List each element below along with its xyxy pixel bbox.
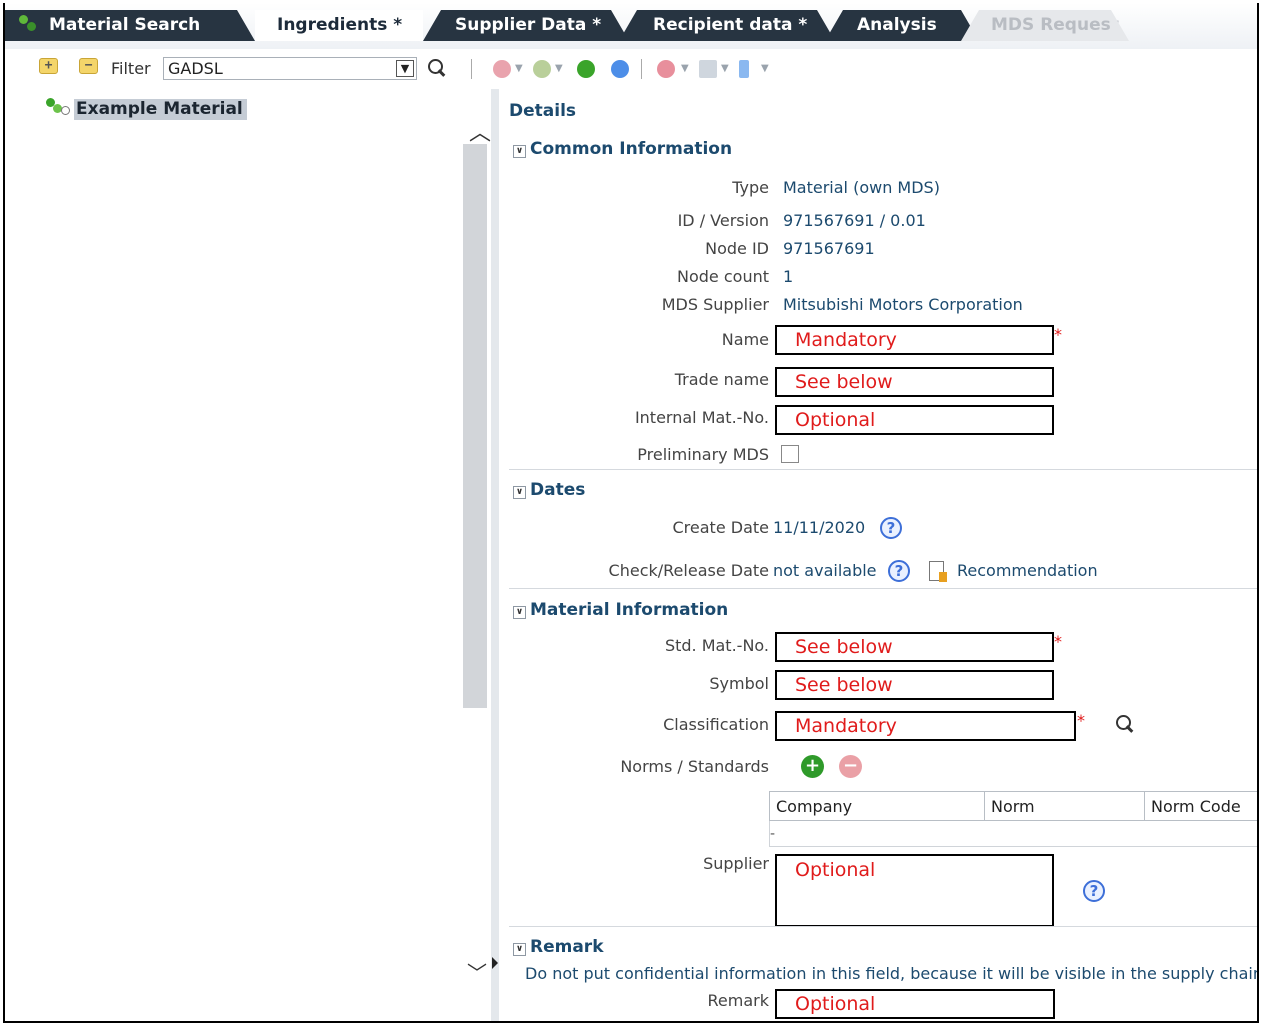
material-node-icon (46, 98, 74, 116)
name-label: Name (721, 330, 769, 349)
app-window: Material Search Ingredients * Supplier D… (3, 3, 1259, 1023)
id-version-value: 971567691 / 0.01 (783, 211, 926, 230)
type-value: Material (own MDS) (783, 178, 940, 197)
node-count-label: Node count (677, 267, 769, 286)
create-date-label: Create Date (672, 518, 770, 537)
norms-table: Company Norm Norm Code - (769, 791, 1257, 847)
details-title: Details (509, 101, 577, 121)
add-part-icon (493, 60, 511, 78)
check-release-date-value: not available (773, 561, 877, 580)
chevron-down-icon: ▼ (555, 63, 563, 74)
add-substance-icon[interactable] (577, 60, 595, 78)
table-row: - (769, 820, 1257, 847)
type-label: Type (732, 178, 769, 197)
tab-mds-request: MDS Request (979, 10, 1119, 41)
internal-mat-no-field[interactable]: Optional (775, 405, 1054, 435)
remark-field[interactable]: Optional (775, 989, 1055, 1019)
tree-scrollbar[interactable]: ︿ ﹀ (463, 89, 493, 1021)
norms-empty-cell: - (769, 820, 1257, 847)
recommendation-icon[interactable] (929, 561, 947, 582)
column-company[interactable]: Company (769, 791, 985, 821)
copy-icon (699, 60, 717, 78)
chevron-down-icon: ∨ (513, 486, 526, 499)
node-count-value: 1 (783, 267, 794, 286)
node-id-value: 971567691 (783, 239, 875, 258)
chevron-down-icon: ▼ (681, 63, 689, 74)
chevron-down-icon: ▼ (721, 63, 729, 74)
supplier-label: Supplier (703, 854, 769, 873)
section-common-information[interactable]: ∨ Common Information (513, 139, 732, 159)
section-material-information[interactable]: ∨ Material Information (513, 600, 728, 620)
filter-select[interactable]: GADSL ▼ (163, 57, 417, 80)
symbol-label: Symbol (709, 674, 769, 693)
required-marker: * (1054, 325, 1062, 344)
scroll-up-icon[interactable]: ︿ (469, 115, 491, 147)
expand-all-icon[interactable]: + (39, 58, 58, 74)
chevron-down-icon: ∨ (513, 943, 526, 956)
chevron-down-icon: ∨ (513, 145, 526, 158)
delete-icon (657, 60, 675, 78)
tab-recipient-data[interactable]: Recipient data * (637, 10, 817, 41)
help-icon[interactable]: ? (1083, 880, 1105, 902)
tree-node-material[interactable]: Example Material (46, 98, 247, 120)
tab-ingredients[interactable]: Ingredients * (255, 10, 423, 41)
filter-label: Filter (111, 59, 151, 78)
trade-name-field[interactable]: See below (775, 367, 1054, 397)
add-material-icon (533, 60, 551, 78)
check-release-date-label: Check/Release Date (608, 561, 769, 580)
search-icon[interactable] (427, 58, 447, 82)
name-field[interactable]: Mandatory (775, 325, 1054, 355)
scroll-thumb[interactable] (463, 144, 487, 708)
add-norm-icon[interactable]: + (801, 755, 824, 778)
remark-warning-text: Do not put confidential information in t… (525, 964, 1259, 983)
tab-bar: Material Search Ingredients * Supplier D… (5, 3, 1257, 49)
symbol-field[interactable]: See below (775, 670, 1054, 700)
node-id-label: Node ID (705, 239, 769, 258)
panel-splitter[interactable] (491, 89, 499, 1021)
create-date-value: 11/11/2020 (773, 518, 866, 537)
search-icon[interactable] (1115, 714, 1135, 738)
preliminary-mds-checkbox[interactable] (781, 445, 799, 463)
remark-label: Remark (707, 991, 769, 1010)
trade-name-label: Trade name (674, 370, 769, 389)
classification-label: Classification (663, 715, 769, 734)
section-dates[interactable]: ∨ Dates (513, 480, 585, 500)
mds-supplier-label: MDS Supplier (661, 295, 769, 314)
supplier-field[interactable]: Optional (775, 854, 1054, 927)
remove-norm-icon: − (839, 755, 862, 778)
chevron-down-icon: ▼ (761, 63, 769, 74)
recommendation-link[interactable]: Recommendation (957, 561, 1098, 580)
id-version-label: ID / Version (677, 211, 769, 230)
std-mat-no-field[interactable]: See below (775, 632, 1054, 662)
mds-supplier-value: Mitsubishi Motors Corporation (783, 295, 1023, 314)
column-norm[interactable]: Norm (984, 791, 1145, 821)
chevron-down-icon: ▼ (396, 60, 414, 77)
std-mat-no-label: Std. Mat.-No. (664, 636, 769, 655)
chevron-down-icon: ∨ (513, 606, 526, 619)
preliminary-mds-label: Preliminary MDS (637, 445, 769, 464)
chevron-down-icon: ▼ (515, 63, 523, 74)
move-icon (739, 60, 749, 78)
material-nodes-icon (19, 15, 39, 33)
table-header-row: Company Norm Norm Code (769, 791, 1257, 821)
ingredient-tree: Example Material (5, 89, 463, 1021)
help-icon[interactable]: ? (888, 560, 910, 582)
tab-supplier-data[interactable]: Supplier Data * (441, 10, 611, 41)
help-icon[interactable]: ? (880, 517, 902, 539)
required-marker: * (1054, 632, 1062, 651)
toolbar: + − Filter GADSL ▼ ▼ ▼ ▼ ▼ ▼ (5, 49, 1257, 89)
details-panel: Details ∨ Common Information Type Materia… (499, 89, 1259, 1021)
section-remark[interactable]: ∨ Remark (513, 937, 604, 957)
scroll-down-icon[interactable]: ﹀ (467, 957, 487, 986)
collapse-panel-icon[interactable] (492, 957, 498, 969)
column-norm-code[interactable]: Norm Code (1144, 791, 1257, 821)
add-component-icon[interactable] (611, 60, 629, 78)
tab-analysis[interactable]: Analysis (843, 10, 961, 41)
norms-standards-label: Norms / Standards (620, 757, 769, 776)
classification-field[interactable]: Mandatory (775, 711, 1076, 741)
internal-mat-no-label: Internal Mat.-No. (634, 408, 769, 427)
required-marker: * (1077, 711, 1085, 730)
tab-material-search[interactable]: Material Search (5, 10, 237, 41)
collapse-all-icon[interactable]: − (79, 58, 98, 74)
